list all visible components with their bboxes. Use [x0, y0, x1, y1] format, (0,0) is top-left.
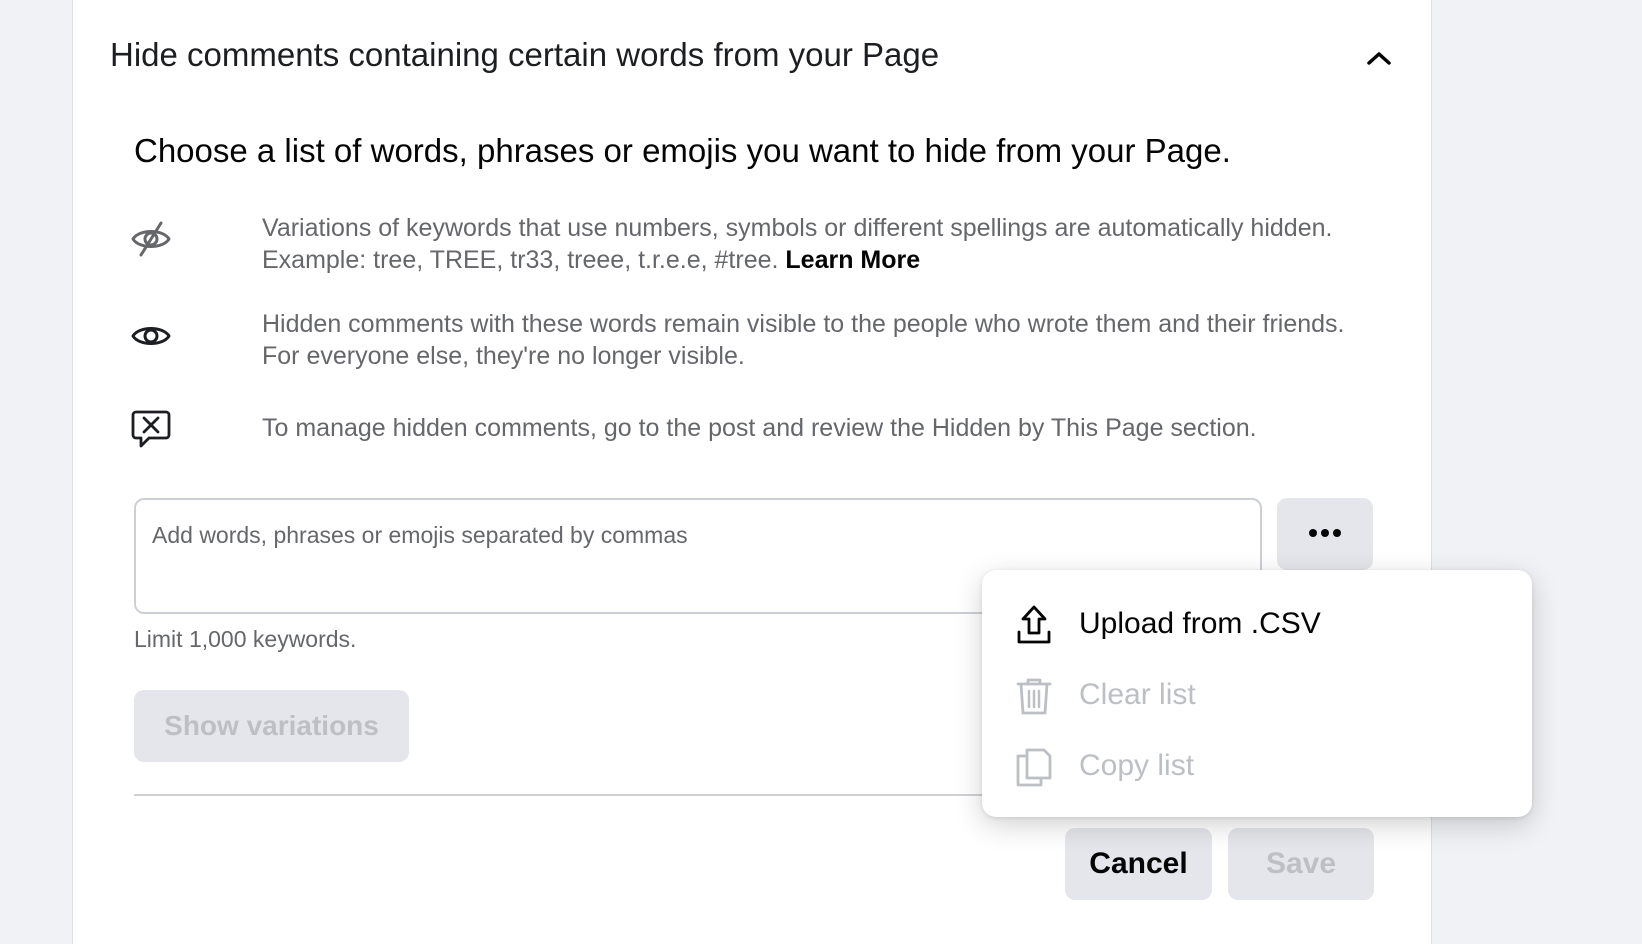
- comment-x-icon: [130, 408, 172, 450]
- info-text-visibility: Hidden comments with these words remain …: [262, 310, 1345, 370]
- show-variations-button[interactable]: Show variations: [134, 690, 409, 762]
- more-options-button[interactable]: [1277, 498, 1373, 570]
- learn-more-link[interactable]: Learn More: [785, 246, 920, 274]
- options-dropdown-menu: Upload from .CSV Clear list Copy list: [982, 570, 1532, 817]
- menu-item-copy-list[interactable]: Copy list: [982, 735, 1532, 799]
- info-text-variations: Variations of keywords that use numbers,…: [262, 212, 1382, 276]
- menu-item-label: Clear list: [1079, 678, 1196, 711]
- eye-slash-icon: [130, 218, 172, 260]
- save-button[interactable]: Save: [1228, 828, 1374, 900]
- cancel-button[interactable]: Cancel: [1065, 828, 1212, 900]
- eye-icon: [130, 315, 172, 357]
- more-horizontal-icon: [1308, 525, 1342, 543]
- copy-icon: [1013, 746, 1055, 788]
- upload-icon: [1013, 604, 1055, 646]
- info-text-manage: To manage hidden comments, go to the pos…: [262, 414, 1257, 442]
- keyword-limit-text: Limit 1,000 keywords.: [134, 626, 357, 652]
- section-subtitle: Choose a list of words, phrases or emoji…: [134, 132, 1231, 169]
- menu-item-label: Copy list: [1079, 749, 1195, 782]
- menu-item-label: Upload from .CSV: [1079, 607, 1321, 640]
- chevron-up-icon[interactable]: [1361, 40, 1397, 76]
- menu-item-clear-list[interactable]: Clear list: [982, 664, 1532, 728]
- trash-icon: [1013, 675, 1055, 717]
- section-title: Hide comments containing certain words f…: [110, 36, 940, 73]
- menu-item-upload-csv[interactable]: Upload from .CSV: [982, 593, 1532, 657]
